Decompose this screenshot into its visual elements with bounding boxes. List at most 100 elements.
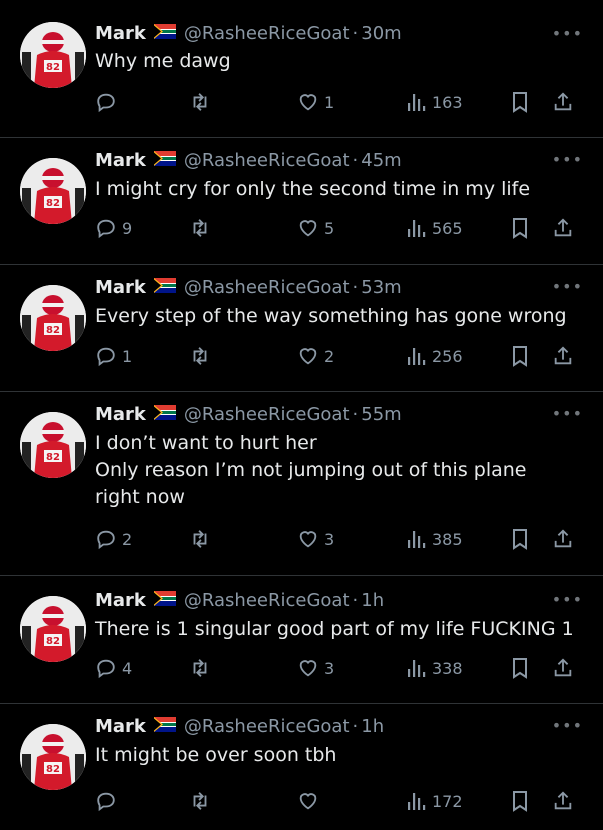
share-button[interactable] [552, 526, 574, 552]
share-button[interactable] [552, 655, 574, 681]
share-button[interactable] [552, 788, 574, 814]
reply-button[interactable] [95, 788, 122, 814]
south-africa-flag-icon [153, 589, 176, 613]
tweet-text-line: There is 1 singular good part of my life… [95, 618, 574, 640]
separator-dot: · [352, 590, 359, 611]
tweet-text: There is 1 singular good part of my life… [95, 616, 590, 643]
bookmark-button[interactable] [511, 526, 529, 552]
bookmark-button[interactable] [511, 788, 529, 814]
handle[interactable]: @RasheeRiceGoat [184, 22, 350, 46]
tweet[interactable]: 82 Mark @RasheeRiceGoat · 1h ••• There i… [0, 576, 603, 704]
action-bar: 1 2 256 [95, 343, 589, 369]
tweet[interactable]: 82 Mark @RasheeRiceGoat · 30m ••• Why me… [0, 0, 603, 138]
like-button[interactable]: 3 [297, 655, 334, 681]
retweet-button[interactable] [188, 788, 212, 814]
reply-button[interactable]: 4 [95, 655, 132, 681]
display-name[interactable]: Mark [95, 589, 146, 613]
action-bar: 9 5 565 [95, 215, 589, 241]
avatar[interactable]: 82 [20, 158, 86, 224]
avatar[interactable]: 82 [20, 412, 86, 478]
display-name[interactable]: Mark [95, 22, 146, 46]
tweet[interactable]: 82 Mark @RasheeRiceGoat · 55m ••• I don’… [0, 392, 603, 576]
handle[interactable]: @RasheeRiceGoat [184, 589, 350, 613]
more-icon[interactable]: ••• [552, 150, 583, 169]
handle[interactable]: @RasheeRiceGoat [184, 715, 350, 739]
more-icon[interactable]: ••• [552, 24, 583, 43]
like-count: 3 [324, 529, 335, 549]
views-icon [408, 348, 426, 365]
tweet[interactable]: 82 Mark @RasheeRiceGoat · 45m ••• I migh… [0, 138, 603, 265]
views-button[interactable]: 163 [407, 89, 463, 115]
views-button[interactable]: 172 [407, 788, 463, 814]
reply-count: 9 [122, 218, 133, 238]
avatar[interactable]: 82 [20, 724, 86, 790]
display-name[interactable]: Mark [95, 149, 146, 173]
view-count: 565 [432, 218, 463, 238]
like-button[interactable]: 2 [297, 343, 334, 369]
tweet-text-line: Every step of the way something has gone… [95, 305, 567, 327]
retweet-button[interactable] [188, 343, 212, 369]
timestamp[interactable]: 53m [361, 276, 401, 300]
share-button[interactable] [552, 343, 574, 369]
reply-button[interactable]: 2 [95, 526, 132, 552]
handle[interactable]: @RasheeRiceGoat [184, 403, 350, 427]
avatar[interactable]: 82 [20, 22, 86, 88]
retweet-button[interactable] [188, 655, 212, 681]
timestamp[interactable]: 1h [361, 715, 384, 739]
more-icon[interactable]: ••• [552, 404, 583, 423]
heart-icon [299, 220, 317, 237]
reply-button[interactable]: 9 [95, 215, 132, 241]
like-button[interactable] [297, 788, 324, 814]
more-icon[interactable]: ••• [552, 277, 583, 296]
retweet-button[interactable] [188, 215, 212, 241]
svg-text:82: 82 [46, 452, 60, 463]
tweet[interactable]: 82 Mark @RasheeRiceGoat · 53m ••• Every … [0, 265, 603, 392]
avatar[interactable]: 82 [20, 596, 86, 662]
handle[interactable]: @RasheeRiceGoat [184, 149, 350, 173]
action-bar: 1 163 [95, 89, 589, 115]
reply-button[interactable] [95, 89, 122, 115]
view-count: 172 [432, 791, 463, 811]
timestamp[interactable]: 45m [361, 149, 401, 173]
timestamp[interactable]: 1h [361, 589, 384, 613]
tweet-text: I might cry for only the second time in … [95, 176, 590, 203]
display-name[interactable]: Mark [95, 403, 146, 427]
separator-dot: · [352, 150, 359, 171]
display-name[interactable]: Mark [95, 715, 146, 739]
south-africa-flag-icon [153, 22, 176, 46]
like-button[interactable]: 3 [297, 526, 334, 552]
tweet-header: Mark @RasheeRiceGoat · 1h [95, 589, 384, 613]
retweet-icon [193, 93, 207, 111]
reply-button[interactable]: 1 [95, 343, 132, 369]
tweet-text: I don’t want to hurt her Only reason I’m… [95, 430, 590, 511]
south-africa-flag-icon [153, 715, 176, 739]
tweet[interactable]: 82 Mark @RasheeRiceGoat · 1h ••• It migh… [0, 704, 603, 830]
display-name[interactable]: Mark [95, 276, 146, 300]
bookmark-button[interactable] [511, 343, 529, 369]
heart-icon [299, 94, 317, 111]
share-button[interactable] [552, 89, 574, 115]
tweet-header: Mark @RasheeRiceGoat · 30m [95, 22, 402, 46]
more-icon[interactable]: ••• [552, 716, 583, 735]
views-button[interactable]: 256 [407, 343, 463, 369]
bookmark-button[interactable] [511, 655, 529, 681]
more-icon[interactable]: ••• [552, 590, 583, 609]
views-icon [408, 531, 426, 548]
handle[interactable]: @RasheeRiceGoat [184, 276, 350, 300]
views-button[interactable]: 565 [407, 215, 463, 241]
bookmark-button[interactable] [511, 215, 529, 241]
like-button[interactable]: 5 [297, 215, 334, 241]
timestamp[interactable]: 55m [361, 403, 401, 427]
tweet-header: Mark @RasheeRiceGoat · 1h [95, 715, 384, 739]
bookmark-icon [513, 529, 527, 550]
retweet-button[interactable] [188, 89, 212, 115]
timestamp[interactable]: 30m [361, 22, 401, 46]
bookmark-button[interactable] [511, 89, 529, 115]
views-button[interactable]: 385 [407, 526, 463, 552]
share-button[interactable] [552, 215, 574, 241]
like-button[interactable]: 1 [297, 89, 334, 115]
views-button[interactable]: 338 [407, 655, 463, 681]
retweet-icon [193, 219, 207, 237]
avatar[interactable]: 82 [20, 285, 86, 351]
retweet-button[interactable] [188, 526, 212, 552]
